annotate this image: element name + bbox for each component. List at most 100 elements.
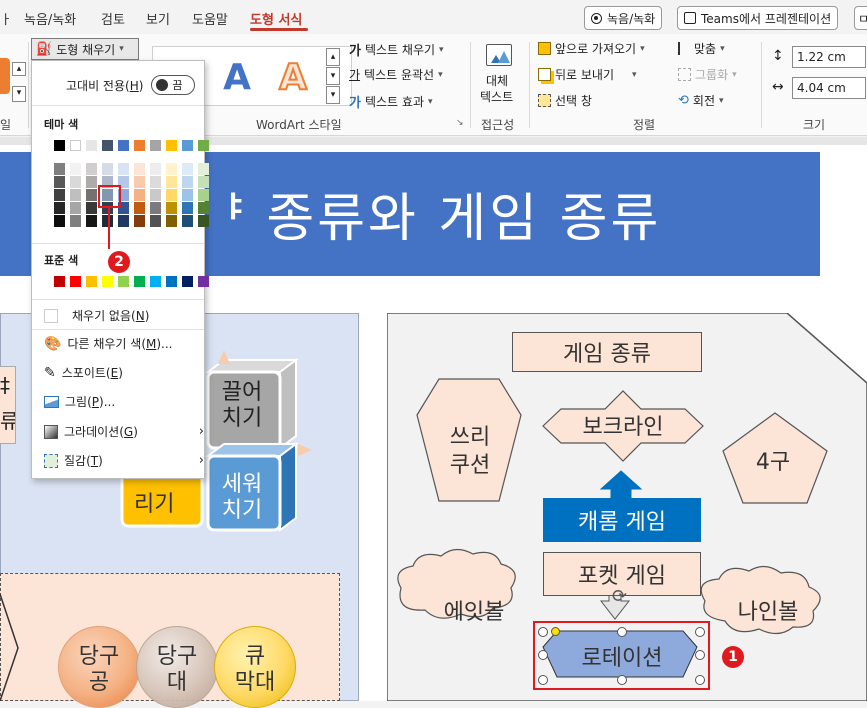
alt-text-label-1: 대체 [486, 74, 509, 88]
wordart-scroll-up[interactable]: ▴ [326, 48, 340, 66]
carom-game-box[interactable]: 캐롬 게임 [543, 498, 701, 542]
selection-pane-label: 선택 창 [555, 94, 592, 108]
resize-handle-e[interactable] [695, 650, 705, 660]
tab-shape-format[interactable]: 도형 서식 [250, 9, 302, 28]
height-input[interactable]: 1.22 cm [792, 46, 866, 68]
group-button[interactable]: 그룹화 ▾ [678, 66, 737, 83]
standard-color-swatch[interactable] [150, 276, 161, 287]
size-group-label: 크기 [803, 118, 826, 132]
send-backward-button[interactable]: 뒤로 보내기 ▾ [538, 66, 637, 83]
standard-color-swatch[interactable] [118, 276, 129, 287]
game-types-box[interactable]: 게임 종류 [512, 332, 702, 372]
no-fill-item[interactable]: 채우기 없음(N) [44, 307, 149, 324]
shape-fill-button[interactable]: ⛽ 도형 채우기 ▾ [31, 38, 139, 60]
resize-handle-nw[interactable] [538, 627, 548, 637]
paint-bucket-icon: ⛽ [36, 41, 53, 57]
standard-color-swatch[interactable] [70, 276, 81, 287]
scroll-down-button[interactable]: ▾ [12, 86, 26, 102]
texture-item[interactable]: 질감(T) › [44, 452, 204, 469]
resize-handle-se[interactable] [695, 675, 705, 685]
eyedropper-label: 스포이트(E) [61, 366, 123, 380]
resize-handle-ne[interactable] [695, 627, 705, 637]
chevron-down-icon: ▾ [640, 43, 645, 54]
teams-button-label: Teams에서 프레젠테이션 [701, 11, 832, 26]
resize-handle-s[interactable] [617, 675, 627, 685]
rotate-label: 회전 [692, 94, 715, 108]
alt-text-label-2: 텍스트 [480, 90, 514, 104]
chevron-down-icon: ▾ [632, 69, 637, 80]
picture-item[interactable]: 그림(P)... [44, 393, 115, 410]
adjust-handle[interactable] [551, 627, 560, 636]
overflow-button[interactable]: ㅁ [854, 6, 867, 30]
eight-ball-label-wrap: 에잇볼 [426, 594, 522, 626]
teams-present-button[interactable]: Teams에서 프레젠테이션 [677, 6, 839, 30]
picture-label: 그림(P)... [65, 395, 116, 409]
chevron-right-icon: › [198, 453, 204, 468]
send-backward-label: 뒤로 보내기 [555, 68, 615, 82]
alt-text-button[interactable]: 대체 텍스트 [478, 42, 518, 106]
standard-color-swatch[interactable] [102, 276, 113, 287]
align-label: 맞춤 [694, 42, 717, 56]
height-icon: ↕ [772, 48, 784, 64]
arrow-right-icon [298, 444, 312, 456]
pull-cube-label: 끌어 치기 [221, 380, 263, 431]
selection-pane-button[interactable]: 선택 창 [538, 92, 592, 109]
text-effect-label: 텍스트 효과 [364, 95, 424, 109]
align-button[interactable]: 맞춤 ▾ [678, 40, 725, 57]
width-value: 4.04 cm [797, 81, 846, 95]
rotate-button[interactable]: ⟲ 회전 ▾ [678, 92, 724, 109]
group-label: 그룹화 [695, 68, 729, 82]
push-cube-label: 세워 치기 [221, 472, 263, 523]
wordart-blue-a[interactable]: A [214, 54, 260, 100]
standard-color-swatch[interactable] [54, 276, 65, 287]
standard-color-swatch[interactable] [134, 276, 145, 287]
wordart-scroll-down[interactable]: ▾ [326, 67, 340, 85]
dialog-launcher-icon[interactable]: ↘ [456, 118, 464, 128]
scroll-up-button[interactable]: ▴ [12, 62, 26, 76]
more-colors-item[interactable]: 🎨 다른 채우기 색(M)... [44, 335, 173, 352]
tab-record[interactable]: 녹음/녹화 [24, 9, 76, 28]
text-effect-button[interactable]: 가 텍스트 효과 ▾ [349, 92, 433, 111]
record-button-label: 녹음/녹화 [607, 11, 656, 26]
text-outline-icon: 가 [349, 68, 361, 82]
ball-label-1: 당구 공 [78, 644, 120, 695]
shape-style-preview[interactable] [0, 58, 10, 94]
tab-view[interactable]: 보기 [146, 9, 170, 28]
bring-forward-icon [538, 42, 551, 55]
standard-color-swatch[interactable] [182, 276, 193, 287]
text-outline-button[interactable]: 가 텍스트 윤곽선 ▾ [349, 66, 443, 83]
bring-forward-button[interactable]: 앞으로 가져오기 ▾ [538, 40, 645, 57]
ball-label-2: 당구 대 [156, 644, 198, 695]
tab-help[interactable]: 도움말 [192, 9, 228, 28]
slide-title[interactable]: ᅣ 종류와 게임 종류 [196, 176, 661, 251]
eyedropper-item[interactable]: ✎ 스포이트(E) [44, 364, 123, 381]
left-group-label: 일 [0, 118, 12, 132]
chevron-right-icon: › [198, 424, 204, 439]
resize-handle-n[interactable] [617, 627, 627, 637]
nine-ball-label: 나인볼 [737, 600, 799, 625]
standard-color-swatch[interactable] [86, 276, 97, 287]
tab-partial[interactable]: ㅏ [0, 9, 12, 28]
text-fill-button[interactable]: 가 텍스트 채우기 ▾ [349, 40, 444, 59]
chevron-down-icon: ▾ [438, 69, 443, 80]
side-card[interactable]: ‡ 류 [0, 366, 16, 444]
standard-color-swatch[interactable] [198, 276, 209, 287]
width-input[interactable]: 4.04 cm [792, 77, 866, 99]
wordart-more[interactable]: ▾ [326, 86, 340, 104]
four-ball-label-wrap: 4구 [740, 444, 806, 476]
wordart-orange-a[interactable]: A [270, 54, 316, 100]
chevron-down-icon: ▾ [439, 44, 444, 55]
gradient-item[interactable]: 그라데이션(G) › [44, 423, 204, 440]
wordart-group-label: WordArt 스타일 [256, 118, 342, 132]
chevron-down-icon: ▾ [732, 69, 737, 80]
resize-handle-sw[interactable] [538, 675, 548, 685]
standard-color-swatch[interactable] [166, 276, 177, 287]
chevron-down-icon: ▾ [720, 43, 725, 54]
rotate-handle-icon[interactable]: ⟳ [612, 586, 627, 607]
nine-ball-label-wrap: 나인볼 [720, 594, 816, 626]
resize-handle-w[interactable] [538, 650, 548, 660]
record-button[interactable]: 녹음/녹화 [584, 6, 663, 30]
no-fill-label: 채우기 없음(N) [72, 309, 150, 323]
ribbon-separator [529, 42, 530, 128]
tab-review[interactable]: 검토 [101, 9, 125, 28]
